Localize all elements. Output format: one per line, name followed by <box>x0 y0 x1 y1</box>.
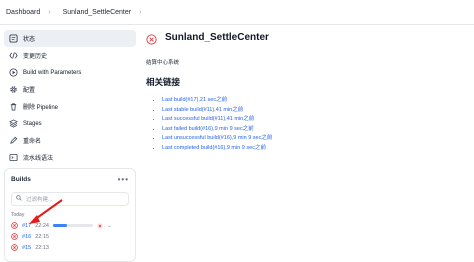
build-time: 22:13 <box>35 244 49 251</box>
permalink-last-successful-build[interactable]: Last successful build(#11),41 min之前 <box>162 115 466 125</box>
sidebar-item-changes[interactable]: 变更历史 <box>4 47 136 64</box>
gear-icon <box>8 85 18 95</box>
sidebar-item-status[interactable]: 状态 <box>4 30 136 47</box>
build-time: 22:15 <box>35 233 49 240</box>
builds-panel: Builds ••• 过滤构建... Today #17 22:24 ⌄ #16… <box>4 168 136 262</box>
more-options-icon[interactable]: ••• <box>118 175 129 184</box>
sidebar-item-stages[interactable]: Stages <box>4 115 136 132</box>
permalink-last-build[interactable]: Last build(#17),21 sec之前 <box>162 96 466 106</box>
breadcrumb-separator-icon: › <box>139 8 142 16</box>
build-number[interactable]: #17 <box>22 223 31 229</box>
sidebar-item-rename[interactable]: 重命名 <box>4 132 136 149</box>
failed-status-icon <box>11 233 18 240</box>
sidebar-item-label: 重命名 <box>23 139 42 145</box>
code-icon <box>8 51 18 61</box>
trash-icon <box>8 102 18 112</box>
sidebar-item-label: 配置 <box>23 88 36 94</box>
stages-icon <box>8 119 18 129</box>
sidebar-item-label: 状态 <box>23 37 36 43</box>
build-progress-fill <box>52 224 67 227</box>
builds-title: Builds <box>11 176 31 183</box>
breadcrumb-separator-icon: › <box>48 8 51 16</box>
play-icon <box>8 68 18 78</box>
permalinks-list: Last build(#17),21 sec之前 Last stable bui… <box>146 96 466 153</box>
build-number[interactable]: #16 <box>22 234 31 240</box>
links-heading: 相关链接 <box>146 77 181 87</box>
status-icon <box>8 34 18 44</box>
sidebar-item-delete-pipeline[interactable]: 删除 Pipeline <box>4 98 136 115</box>
build-time: 22:24 <box>35 222 49 229</box>
abort-build-icon[interactable] <box>97 222 103 229</box>
builds-filter-placeholder: 过滤构建... <box>26 197 53 203</box>
sidebar-item-pipeline-syntax[interactable]: 流水线语法 <box>4 149 136 166</box>
page-title: Sunland_SettleCenter <box>165 32 269 43</box>
builds-filter-input[interactable]: 过滤构建... <box>11 192 129 206</box>
sidebar-item-configure[interactable]: 配置 <box>4 81 136 98</box>
sidebar-item-label: 删除 Pipeline <box>23 105 59 111</box>
build-row[interactable]: #16 22:15 <box>5 231 135 242</box>
failed-status-icon <box>146 32 157 45</box>
permalink-last-completed-build[interactable]: Last completed build(#16),9 min 9 sec之前 <box>162 144 466 154</box>
breadcrumb-dashboard-label: Dashboard <box>6 8 41 16</box>
breadcrumb-project[interactable]: Sunland_SettleCenter › <box>57 9 148 16</box>
breadcrumb: Dashboard › Sunland_SettleCenter › <box>0 0 474 25</box>
sidebar-item-label: Stages <box>23 120 42 127</box>
pencil-icon <box>8 136 18 146</box>
failed-status-icon <box>11 222 18 229</box>
permalink-last-stable-build[interactable]: Last stable build(#11),41 min之前 <box>162 106 466 116</box>
permalink-last-unsuccessful-build[interactable]: Last unsuccessful build(#16),9 min 9 sec… <box>162 134 466 144</box>
project-description: 结算中心系统 <box>146 60 180 66</box>
chevron-down-icon[interactable]: ⌄ <box>107 222 112 229</box>
breadcrumb-dashboard[interactable]: Dashboard › <box>0 9 57 16</box>
build-row[interactable]: #17 22:24 ⌄ <box>5 220 135 231</box>
build-row[interactable]: #15 22:13 <box>5 242 135 253</box>
sidebar-item-build-with-parameters[interactable]: Build with Parameters <box>4 64 136 81</box>
build-progress-bar <box>52 224 93 227</box>
sidebar-item-label: 变更历史 <box>23 54 48 60</box>
build-number[interactable]: #15 <box>22 245 31 251</box>
search-icon <box>16 195 22 203</box>
permalink-last-failed-build[interactable]: Last failed build(#16),9 min 9 sec之前 <box>162 125 466 135</box>
breadcrumb-project-label: Sunland_SettleCenter <box>62 8 132 16</box>
main-content: Sunland_SettleCenter 结算中心系统 相关链接 Last bu… <box>146 32 466 153</box>
builds-group-label: Today <box>11 212 25 218</box>
sidebar-item-label: Build with Parameters <box>23 69 82 76</box>
help-icon <box>8 153 18 163</box>
sidebar: 状态 变更历史 Build with Parameters 配置 删除 Pipe… <box>4 30 136 166</box>
failed-status-icon <box>11 244 18 251</box>
sidebar-item-label: 流水线语法 <box>23 156 54 162</box>
